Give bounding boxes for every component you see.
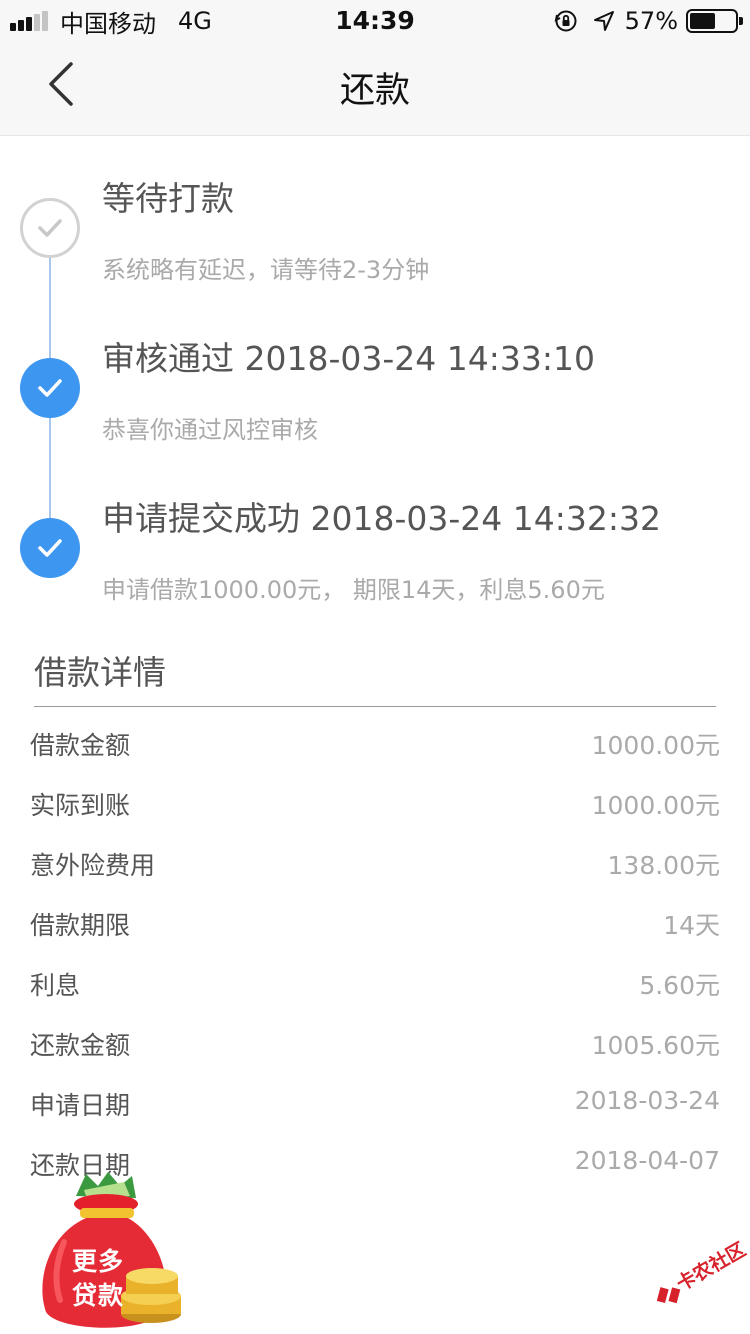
location-icon [593, 10, 615, 32]
details-section-title: 借款详情 [34, 653, 166, 692]
battery-percent: 57% [624, 7, 678, 35]
detail-label: 利息 [30, 971, 81, 1000]
status-right: 57% [553, 6, 743, 36]
step-description: 恭喜你通过风控审核 [102, 416, 318, 444]
promo-label: 贷款 [71, 1281, 124, 1310]
detail-label: 申请日期 [30, 1091, 131, 1120]
section-divider [34, 706, 716, 707]
status-bar: 中国移动 4G 14:39 57% [0, 0, 750, 40]
detail-value: 2018-04-07 [574, 1146, 720, 1175]
detail-label: 实际到账 [30, 791, 131, 820]
step-description: 系统略有延迟，请等待2-3分钟 [102, 256, 430, 284]
orientation-lock-icon [553, 8, 579, 34]
battery-icon [686, 9, 743, 33]
kanong-logo-icon: 卡农社区 [640, 1228, 750, 1318]
more-loans-button[interactable]: 更多 贷款 [36, 1172, 186, 1334]
page-title: 还款 [339, 71, 410, 111]
step-pending-check-icon [20, 198, 80, 258]
promo-label: 更多 [71, 1247, 124, 1276]
detail-row-application-date: 申请日期 2018-03-24 [30, 1082, 720, 1126]
detail-value: 1005.60元 [591, 1031, 720, 1060]
navigation-bar: 还款 [0, 40, 750, 136]
detail-row-interest: 利息 5.60元 [30, 962, 720, 1006]
svg-text:卡农社区: 卡农社区 [672, 1238, 749, 1296]
step-title: 申请提交成功 2018-03-24 14:32:32 [102, 499, 661, 538]
detail-label: 意外险费用 [30, 851, 156, 880]
detail-value: 1000.00元 [591, 791, 720, 820]
detail-row-loan-amount: 借款金额 1000.00元 [30, 722, 720, 766]
detail-value: 2018-03-24 [574, 1086, 720, 1115]
step-description: 申请借款1000.00元， 期限14天，利息5.60元 [102, 576, 605, 604]
step-done-check-icon [20, 358, 80, 418]
step-done-check-icon [20, 518, 80, 578]
detail-value: 14天 [663, 911, 720, 940]
detail-label: 还款金额 [30, 1031, 131, 1060]
step-title: 审核通过 2018-03-24 14:33:10 [102, 339, 595, 378]
detail-value: 5.60元 [639, 971, 720, 1000]
detail-row-received-amount: 实际到账 1000.00元 [30, 782, 720, 826]
detail-row-repayment-amount: 还款金额 1005.60元 [30, 1022, 720, 1066]
detail-row-insurance-fee: 意外险费用 138.00元 [30, 842, 720, 886]
step-title: 等待打款 [102, 179, 234, 218]
battery-fill [690, 13, 716, 29]
detail-label: 借款期限 [30, 911, 131, 940]
detail-row-loan-term: 借款期限 14天 [30, 902, 720, 946]
detail-value: 1000.00元 [591, 731, 720, 760]
detail-label: 借款金额 [30, 731, 131, 760]
detail-value: 138.00元 [607, 851, 720, 880]
